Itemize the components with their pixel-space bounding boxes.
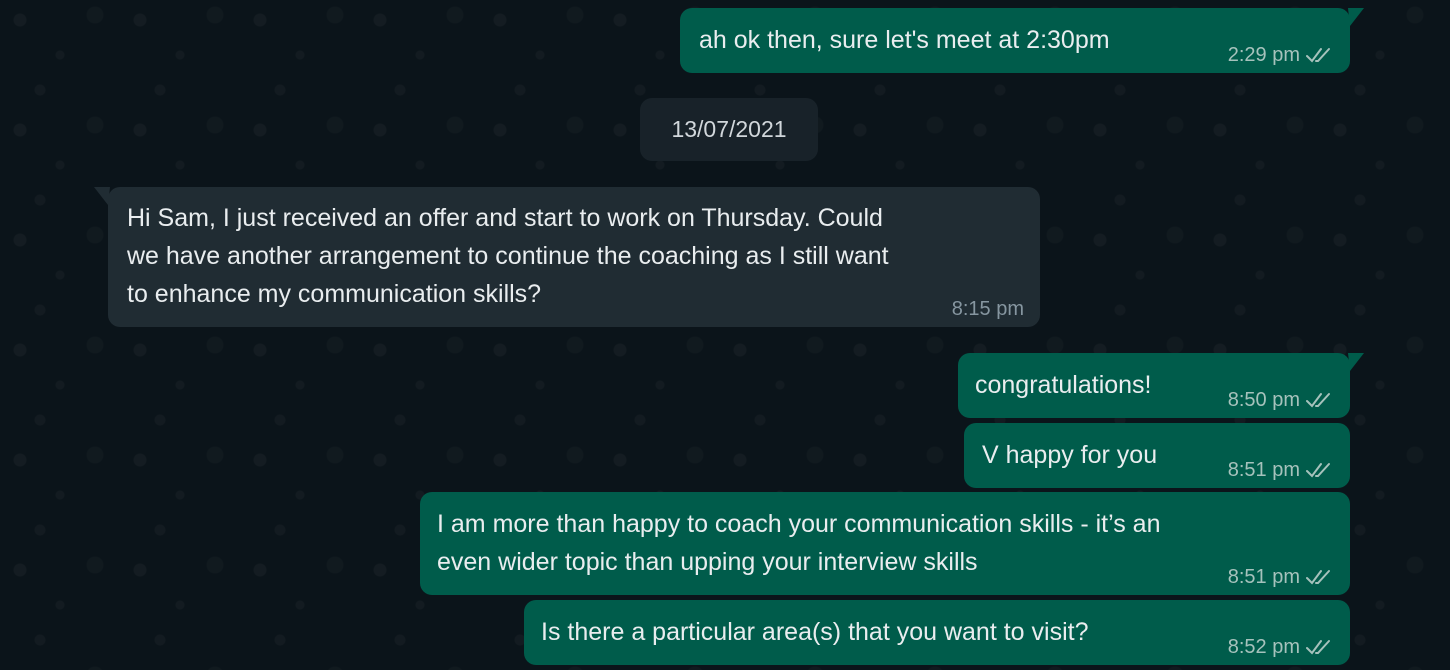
incoming-message[interactable]: Hi Sam, I just received an offer and sta…	[94, 187, 1040, 327]
outgoing-message[interactable]: Is there a particular area(s) that you w…	[524, 600, 1350, 665]
message-text-line: Hi Sam, I just received an offer and sta…	[127, 204, 883, 232]
message-meta: 2:29 pm	[1228, 41, 1336, 69]
bubble-tail	[1348, 353, 1364, 371]
double-check-icon	[1306, 48, 1330, 63]
message-meta: 8:52 pm	[1228, 633, 1336, 661]
outgoing-message[interactable]: V happy for you 8:51 pm	[964, 423, 1350, 488]
double-check-icon	[1306, 570, 1330, 585]
double-check-icon	[1306, 640, 1330, 655]
outgoing-message[interactable]: congratulations! 8:50 pm	[958, 353, 1364, 418]
message-meta: 8:50 pm	[1228, 386, 1336, 414]
message-text: Is there a particular area(s) that you w…	[541, 618, 1089, 646]
message-time: 8:15 pm	[951, 298, 1024, 320]
message-meta: 8:51 pm	[1228, 456, 1336, 484]
message-text-line: we have another arrangement to continue …	[127, 242, 889, 270]
message-text: congratulations!	[975, 371, 1152, 399]
message-text-line: to enhance my communication skills?	[127, 280, 542, 308]
double-check-icon	[1306, 393, 1330, 408]
message-meta: 8:15 pm	[952, 295, 1024, 323]
message-meta: 8:51 pm	[1228, 563, 1336, 591]
message-time: 8:51 pm	[1227, 459, 1300, 481]
message-time: 8:51 pm	[1227, 566, 1300, 588]
double-check-icon	[1306, 463, 1330, 478]
message-text: V happy for you	[982, 441, 1158, 469]
message-text-line: I am more than happy to coach your commu…	[437, 510, 1161, 538]
bubble-tail	[1348, 8, 1364, 26]
message-time: 2:29 pm	[1227, 44, 1300, 66]
bubble-tail	[94, 187, 110, 205]
date-separator: 13/07/2021	[640, 98, 818, 161]
outgoing-message[interactable]: I am more than happy to coach your commu…	[420, 492, 1350, 595]
message-text: ah ok then, sure let's meet at 2:30pm	[699, 26, 1110, 54]
message-time: 8:50 pm	[1227, 389, 1300, 411]
conversation-panel: ah ok then, sure let's meet at 2:30pm 2:…	[0, 0, 1450, 670]
message-text-line: even wider topic than upping your interv…	[437, 548, 978, 576]
message-time: 8:52 pm	[1227, 636, 1300, 658]
outgoing-message[interactable]: ah ok then, sure let's meet at 2:30pm 2:…	[680, 8, 1364, 73]
